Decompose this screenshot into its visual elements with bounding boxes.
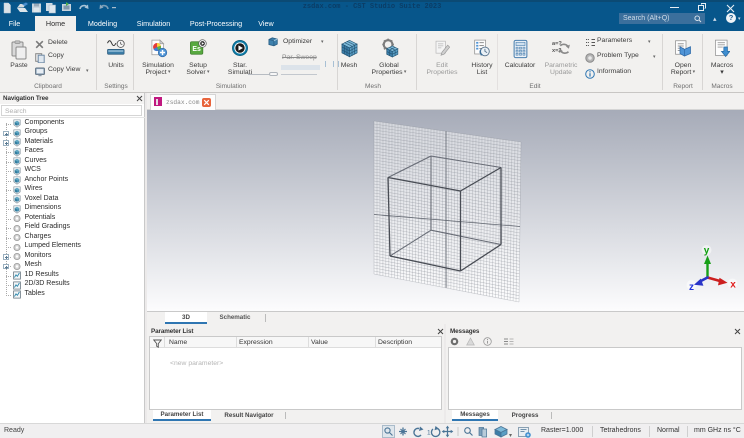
svg-text:x: x <box>730 280 736 291</box>
svg-text:1: 1 <box>427 430 431 437</box>
svg-text:y: y <box>704 246 710 257</box>
svg-text:z: z <box>689 282 694 293</box>
svg-text:Es: Es <box>192 46 201 53</box>
svg-text:▾: ▾ <box>509 433 512 438</box>
